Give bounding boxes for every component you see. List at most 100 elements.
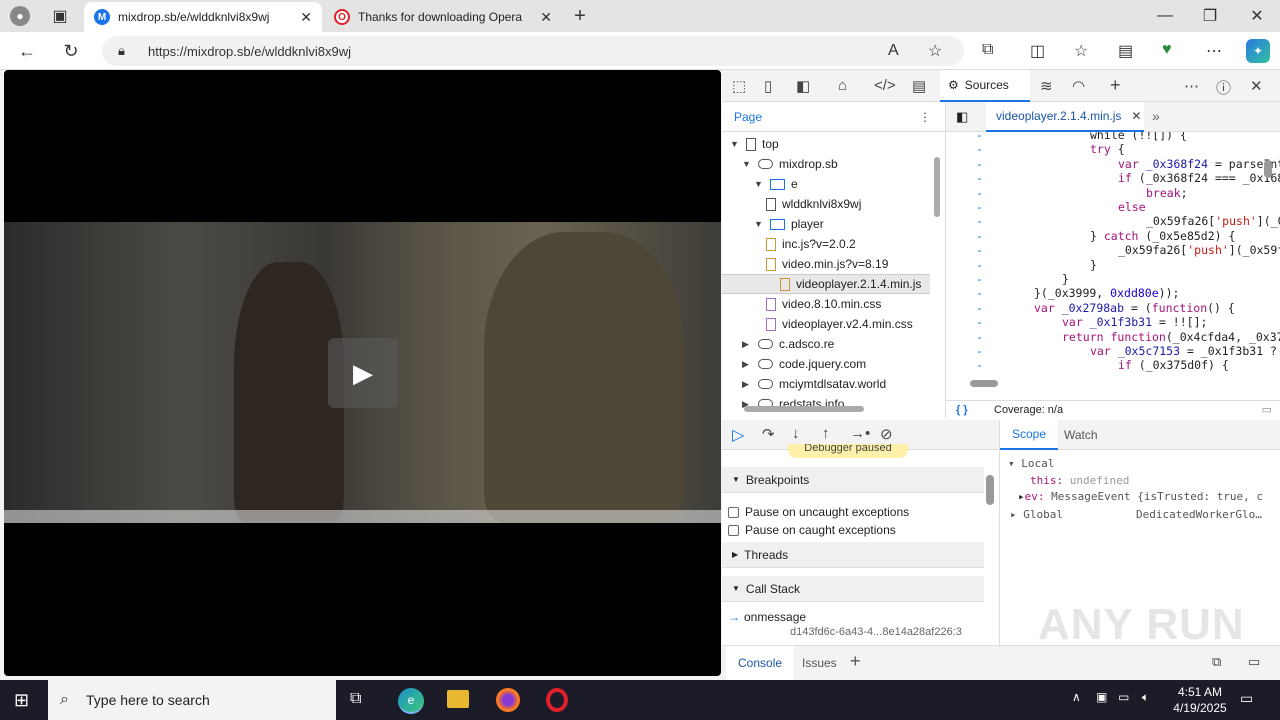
dock-side-icon[interactable]: ◧	[796, 77, 810, 95]
code-vertical-scrollbar[interactable]	[1264, 160, 1272, 178]
url-input[interactable]: 🔒︎ https://mixdrop.sb/e/wlddknlvi8x9wj A…	[102, 36, 964, 66]
tree-item[interactable]: ▶ c.adsco.re	[742, 334, 834, 354]
tab-mixdrop[interactable]: M mixdrop.sb/e/wlddknlvi8x9wj ✕	[84, 2, 322, 32]
expand-down-icon[interactable]: ▼	[754, 219, 764, 229]
network-icon[interactable]: ≋	[1040, 77, 1053, 95]
section-call-stack[interactable]: ▼ Call Stack	[722, 576, 984, 602]
deactivate-breakpoints-icon[interactable]: ⊘	[880, 425, 893, 443]
tab-console[interactable]: Console	[726, 646, 795, 680]
file-explorer-icon[interactable]	[447, 690, 469, 708]
more-tabs-icon[interactable]: »	[1152, 108, 1160, 124]
screenshot-icon[interactable]: ▭	[1262, 403, 1272, 416]
browser-essentials-icon[interactable]: ♥	[1162, 41, 1172, 59]
tab-page[interactable]: Page	[734, 110, 762, 124]
copilot-icon[interactable]: ✦	[1246, 39, 1270, 63]
close-devtools-icon[interactable]: ✕	[1250, 77, 1263, 95]
windows-start-icon[interactable]: ⊞	[14, 690, 29, 711]
profile-avatar[interactable]: ●	[10, 6, 30, 26]
tree-item[interactable]: video.8.10.min.css	[766, 294, 881, 314]
gutter-marker[interactable]: -	[976, 344, 983, 358]
tree-item[interactable]: ▼ player	[754, 214, 824, 234]
nav-vertical-scrollbar[interactable]	[934, 157, 940, 217]
pretty-print-icon[interactable]: { }	[956, 404, 968, 416]
editor-tab[interactable]: videoplayer.2.1.4.min.js ✕	[986, 102, 1144, 132]
tree-item[interactable]: wlddknlvi8x9wj	[766, 194, 861, 214]
tree-item[interactable]: videoplayer.v2.4.min.css	[766, 314, 913, 334]
section-breakpoints[interactable]: ▼ Breakpoints	[722, 467, 984, 493]
volume-icon[interactable]: 🔈︎	[1142, 690, 1149, 705]
performance-icon[interactable]: ◠	[1072, 77, 1085, 95]
refresh-icon[interactable]: ↻	[60, 40, 82, 62]
welcome-home-icon[interactable]: ⌂	[838, 77, 847, 94]
device-emulation-icon[interactable]: ▯	[764, 77, 772, 95]
undock-drawer-icon[interactable]: ⧉	[1212, 654, 1221, 670]
gutter-marker[interactable]: -	[976, 258, 983, 272]
read-aloud-icon[interactable]: A	[888, 42, 899, 60]
step-out-icon[interactable]: ↑	[822, 425, 830, 442]
step-over-icon[interactable]: ↷	[762, 425, 775, 443]
toggle-navigator-icon[interactable]: ◧	[956, 109, 968, 125]
resume-icon[interactable]: ▷	[732, 425, 744, 445]
gutter-marker[interactable]: -	[976, 330, 983, 344]
tree-item[interactable]: ▶ mciymtdlsatav.world	[742, 374, 886, 394]
section-threads[interactable]: ▶ Threads	[722, 542, 984, 568]
tree-item[interactable]: ▼ mixdrop.sb	[742, 154, 838, 174]
collections-icon[interactable]: ▤	[1118, 41, 1133, 61]
code-horizontal-scrollbar[interactable]	[970, 380, 998, 387]
gutter-marker[interactable]: -	[976, 214, 983, 228]
tab-watch[interactable]: Watch	[1052, 420, 1110, 450]
split-screen-icon[interactable]: ◫	[1030, 41, 1045, 61]
help-icon[interactable]: ⓘ	[1216, 77, 1231, 98]
tab-sources[interactable]: ⚙ Sources	[940, 70, 1030, 102]
scope-local[interactable]: ▾ Local	[1008, 457, 1054, 470]
gutter-marker[interactable]: -	[976, 157, 983, 171]
gutter-marker[interactable]: -	[976, 272, 983, 286]
nav-horizontal-scrollbar[interactable]	[744, 406, 864, 412]
network-tray-icon[interactable]: ▭	[1118, 690, 1129, 704]
restore-icon[interactable]: ❐	[1200, 6, 1220, 26]
tab-issues[interactable]: Issues	[794, 646, 845, 680]
customize-menu-icon[interactable]: ⋯	[1184, 77, 1199, 95]
gutter-marker[interactable]: -	[976, 315, 983, 329]
device-icon[interactable]: ▣	[1096, 690, 1107, 704]
inspect-icon[interactable]: ⬚	[732, 77, 746, 95]
notifications-icon[interactable]: ▭	[1240, 690, 1253, 707]
debugger-scrollbar[interactable]	[986, 475, 994, 505]
console-icon[interactable]: ▤	[912, 77, 926, 95]
tree-item[interactable]: video.min.js?v=8.19	[766, 254, 888, 274]
gutter-marker[interactable]: -	[976, 301, 983, 315]
expand-right-icon[interactable]: ▶	[742, 339, 752, 350]
gutter-marker[interactable]: -	[976, 186, 983, 200]
close-tab-icon[interactable]: ✕	[300, 9, 312, 26]
gutter-marker[interactable]: -	[976, 200, 983, 214]
expand-down-icon[interactable]: ▼	[754, 179, 764, 189]
opera-icon[interactable]	[546, 688, 568, 712]
tab-scope[interactable]: Scope	[1000, 420, 1059, 450]
back-icon[interactable]: ←	[16, 40, 38, 62]
tree-item[interactable]: ▶ code.jquery.com	[742, 354, 866, 374]
extensions-icon[interactable]: ⧉	[982, 41, 993, 59]
show-hidden-icons[interactable]: ∧	[1072, 690, 1081, 704]
gutter-marker[interactable]: -	[976, 286, 983, 300]
step-icon[interactable]: →•	[850, 425, 870, 442]
code-lines[interactable]: - while (!![]) {- try {- var _0x368f24 = pa…	[946, 132, 1280, 395]
gutter-marker[interactable]: -	[976, 243, 983, 257]
tree-item[interactable]: ▼ top	[730, 134, 779, 154]
scope-ev[interactable]: ▸ev: MessageEvent {isTrusted: true, c	[1018, 490, 1263, 503]
taskbar-search[interactable]: ⌕ Type here to search	[48, 680, 336, 720]
more-menu-icon[interactable]: ⋯	[1206, 41, 1222, 61]
minimize-icon[interactable]: —	[1155, 6, 1175, 26]
clock[interactable]: 4:51 AM 4/19/2025	[1170, 684, 1230, 716]
tab-actions-icon[interactable]: ▣	[50, 6, 70, 26]
close-tab-icon[interactable]: ✕	[540, 9, 552, 26]
pause-caught-checkbox[interactable]: Pause on caught exceptions	[728, 523, 896, 537]
tab-opera[interactable]: O Thanks for downloading Opera ✕	[324, 2, 562, 32]
favorites-icon[interactable]: ☆	[1074, 41, 1088, 61]
pause-uncaught-checkbox[interactable]: Pause on uncaught exceptions	[728, 505, 909, 519]
elements-icon[interactable]: </>	[874, 77, 896, 94]
more-options-icon[interactable]: ⋮	[919, 110, 931, 124]
gutter-marker[interactable]: -	[976, 358, 983, 372]
tree-item[interactable]: inc.js?v=2.0.2	[766, 234, 856, 254]
firefox-icon[interactable]	[496, 688, 520, 712]
step-into-icon[interactable]: ↓	[792, 425, 800, 442]
